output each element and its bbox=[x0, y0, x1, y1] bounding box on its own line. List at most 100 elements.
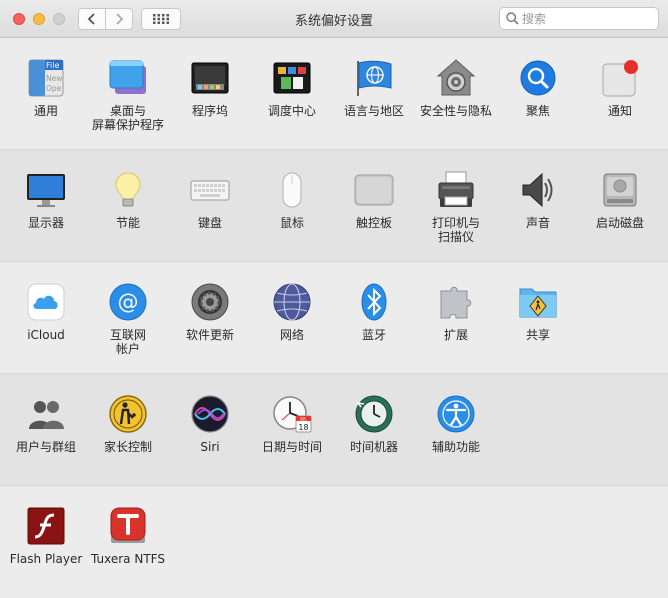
pane-label: 聚焦 bbox=[525, 104, 550, 118]
pane-spotlight[interactable]: 聚焦 bbox=[497, 58, 579, 144]
pane-dock[interactable]: 程序坞 bbox=[169, 58, 251, 144]
users-groups-icon bbox=[29, 401, 64, 429]
pane-notifications[interactable]: 通知 bbox=[579, 58, 661, 144]
displays-icon bbox=[27, 174, 65, 207]
pane-tuxera-ntfs[interactable]: Tuxera NTFS bbox=[87, 506, 169, 592]
time-machine-icon bbox=[355, 395, 393, 433]
pane-date-time[interactable]: JUL 18 日期与时间 bbox=[251, 394, 333, 480]
pane-label: 辅助功能 bbox=[431, 440, 480, 454]
system-preferences-window: 系统偏好设置 File New Ope 通用 bbox=[0, 0, 668, 598]
pane-flash-player[interactable]: Flash Player bbox=[5, 506, 87, 592]
mission-control-icon bbox=[273, 62, 311, 94]
pane-label: 蓝牙 bbox=[361, 328, 386, 342]
pane-label: 程序坞 bbox=[191, 104, 228, 118]
pane-mission-control[interactable]: 调度中心 bbox=[251, 58, 333, 144]
pane-label: Tuxera NTFS bbox=[91, 552, 165, 566]
siri-icon bbox=[191, 395, 229, 433]
pane-label: Flash Player bbox=[9, 552, 83, 566]
pane-printers-scanners[interactable]: 打印机与 扫描仪 bbox=[415, 170, 497, 256]
pane-label: 软件更新 bbox=[185, 328, 234, 342]
keyboard-icon bbox=[190, 180, 230, 201]
notifications-icon bbox=[602, 60, 638, 97]
icloud-icon bbox=[27, 283, 65, 321]
pane-label: 安全性与隐私 bbox=[419, 104, 492, 118]
pane-siri[interactable]: Siri bbox=[169, 394, 251, 480]
pane-label: 语言与地区 bbox=[343, 104, 404, 118]
section-personal: File New Ope 通用 桌面与 屏幕保护程序 程序坞 调度中心 语言与地… bbox=[0, 38, 668, 150]
internet-accounts-icon: @ bbox=[109, 283, 147, 321]
pane-desktop-screensaver[interactable]: 桌面与 屏幕保护程序 bbox=[87, 58, 169, 144]
extensions-icon bbox=[440, 286, 472, 319]
pane-accessibility[interactable]: 辅助功能 bbox=[415, 394, 497, 480]
startup-disk-icon bbox=[603, 173, 637, 207]
pane-label: 日期与时间 bbox=[261, 440, 322, 454]
accessibility-icon bbox=[437, 395, 475, 433]
pane-general[interactable]: File New Ope 通用 bbox=[5, 58, 87, 144]
energy-saver-icon bbox=[115, 172, 141, 207]
parental-controls-icon bbox=[109, 395, 147, 433]
general-open-text: Ope bbox=[46, 84, 62, 93]
security-privacy-icon bbox=[436, 59, 476, 96]
pane-label: 互联网 帐户 bbox=[109, 328, 146, 356]
network-icon bbox=[273, 283, 311, 321]
spotlight-icon bbox=[520, 60, 556, 96]
pane-label: 家长控制 bbox=[103, 440, 152, 454]
svg-text:@: @ bbox=[118, 290, 139, 314]
pane-mouse[interactable]: 鼠标 bbox=[251, 170, 333, 256]
general-new-text: New bbox=[46, 74, 62, 83]
printer-icon bbox=[438, 171, 474, 207]
pane-label: 启动磁盘 bbox=[595, 216, 644, 230]
section-system: 用户与群组 家长控制 Siri JUL 18 日期与时间 时间机器 辅助功能 bbox=[0, 374, 668, 486]
pane-trackpad[interactable]: 触控板 bbox=[333, 170, 415, 256]
section-internet: iCloud @ 互联网 帐户 软件更新 网络 蓝牙 扩展 共享 bbox=[0, 262, 668, 374]
pane-icloud[interactable]: iCloud bbox=[5, 282, 87, 368]
pane-startup-disk[interactable]: 启动磁盘 bbox=[579, 170, 661, 256]
sharing-icon bbox=[519, 288, 557, 318]
pane-extensions[interactable]: 扩展 bbox=[415, 282, 497, 368]
date-time-icon: JUL 18 bbox=[273, 396, 312, 433]
pane-time-machine[interactable]: 时间机器 bbox=[333, 394, 415, 480]
pane-sharing[interactable]: 共享 bbox=[497, 282, 579, 368]
pane-label: 扩展 bbox=[443, 328, 468, 342]
section-other: Flash Player Tuxera NTFS bbox=[0, 486, 668, 598]
pane-label: 用户与群组 bbox=[15, 440, 76, 454]
trackpad-icon bbox=[354, 174, 394, 206]
desktop-screensaver-icon bbox=[109, 60, 146, 94]
pane-energy-saver[interactable]: 节能 bbox=[87, 170, 169, 256]
pane-label: 时间机器 bbox=[349, 440, 398, 454]
pane-bluetooth[interactable]: 蓝牙 bbox=[333, 282, 415, 368]
calendar-day-text: 18 bbox=[298, 423, 308, 432]
pane-network[interactable]: 网络 bbox=[251, 282, 333, 368]
pane-label: 通知 bbox=[607, 104, 632, 118]
pane-keyboard[interactable]: 键盘 bbox=[169, 170, 251, 256]
pane-label: Siri bbox=[200, 440, 220, 454]
pane-label: 鼠标 bbox=[279, 216, 304, 230]
pane-displays[interactable]: 显示器 bbox=[5, 170, 87, 256]
search-field[interactable] bbox=[499, 7, 659, 30]
calendar-month-text: JUL bbox=[299, 416, 307, 421]
flash-player-icon bbox=[27, 507, 65, 545]
pane-software-update[interactable]: 软件更新 bbox=[169, 282, 251, 368]
search-input[interactable] bbox=[522, 8, 654, 29]
tuxera-ntfs-icon bbox=[110, 507, 146, 543]
software-update-icon bbox=[191, 283, 229, 321]
pane-sound[interactable]: 声音 bbox=[497, 170, 579, 256]
pane-label: 调度中心 bbox=[267, 104, 316, 118]
title-bar: 系统偏好设置 bbox=[0, 0, 668, 38]
general-icon: File New Ope bbox=[28, 59, 64, 97]
pane-parental-controls[interactable]: 家长控制 bbox=[87, 394, 169, 480]
pane-label: 共享 bbox=[525, 328, 550, 342]
mouse-icon bbox=[282, 172, 302, 208]
dock-icon bbox=[191, 62, 229, 94]
pane-label: 桌面与 屏幕保护程序 bbox=[91, 104, 164, 132]
pane-label: 节能 bbox=[115, 216, 140, 230]
pane-users-groups[interactable]: 用户与群组 bbox=[5, 394, 87, 480]
pane-security-privacy[interactable]: 安全性与隐私 bbox=[415, 58, 497, 144]
pane-label: 键盘 bbox=[197, 216, 222, 230]
pane-language-region[interactable]: 语言与地区 bbox=[333, 58, 415, 144]
general-file-text: File bbox=[46, 61, 59, 70]
language-region-icon bbox=[357, 60, 392, 96]
pane-label: 触控板 bbox=[355, 216, 392, 230]
section-hardware: 显示器 节能 键盘 鼠标 触控板 打印机与 扫描仪 声音 启动磁盘 bbox=[0, 150, 668, 262]
pane-internet-accounts[interactable]: @ 互联网 帐户 bbox=[87, 282, 169, 368]
